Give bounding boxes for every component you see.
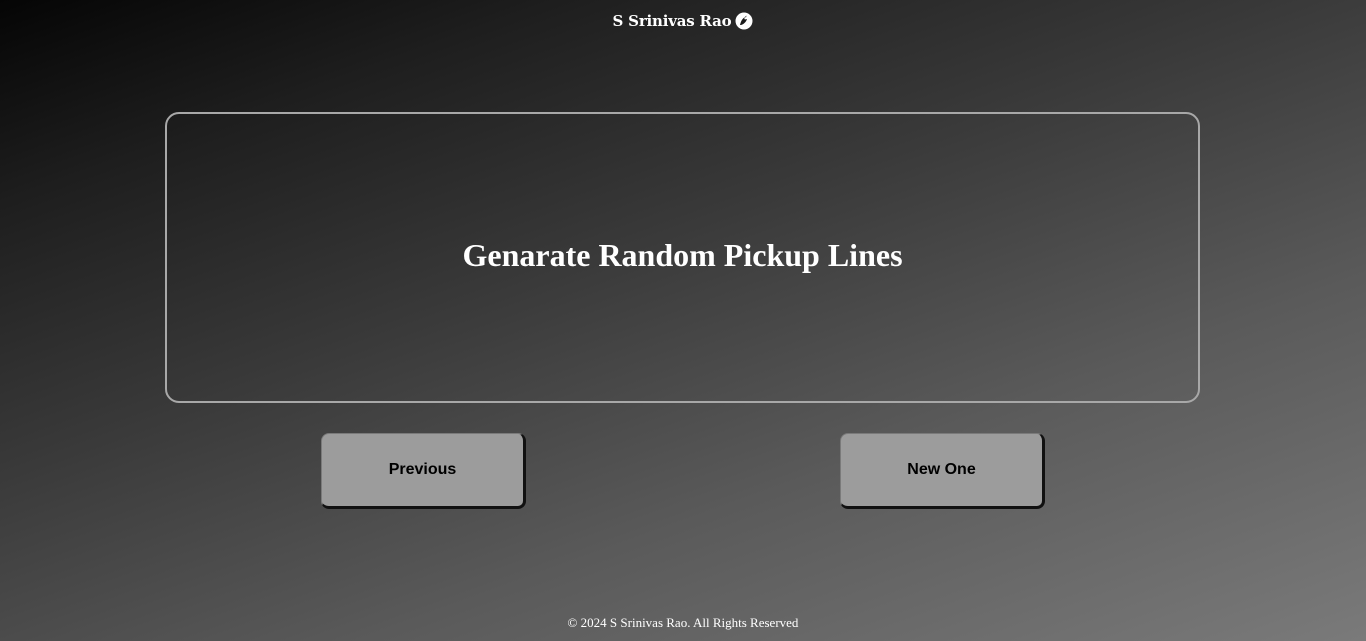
previous-button[interactable]: Previous <box>321 433 526 509</box>
footer-copyright: © 2024 S Srinivas Rao. All Rights Reserv… <box>567 615 799 630</box>
site-header: S Srinivas Rao <box>0 8 1366 34</box>
pickup-line-text: Genarate Random Pickup Lines <box>462 237 903 273</box>
brand-name[interactable]: S Srinivas Rao <box>613 12 732 30</box>
new-one-button[interactable]: New One <box>840 433 1045 509</box>
pickup-line-card: Genarate Random Pickup Lines <box>165 112 1200 403</box>
dove-icon[interactable] <box>735 12 753 30</box>
